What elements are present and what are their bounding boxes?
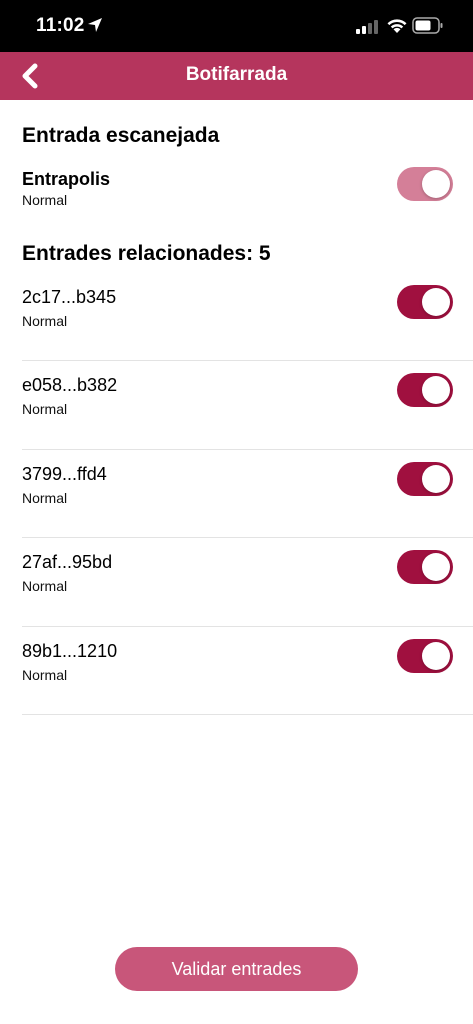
toggle-knob [422, 642, 450, 670]
scanned-ticket-type: Normal [22, 192, 68, 208]
page-title: Botifarrada [185, 64, 288, 85]
related-ticket-type: Normal [22, 313, 68, 329]
related-ticket-code: e058...b382 [22, 375, 118, 395]
status-time: 11:02 [36, 15, 85, 36]
related-ticket-toggle[interactable] [397, 373, 453, 407]
status-bar: 11:02 [0, 0, 473, 52]
related-ticket-toggle[interactable] [397, 462, 453, 496]
validate-tickets-button[interactable]: Validar entrades [115, 947, 358, 991]
related-ticket-type: Normal [22, 401, 68, 417]
scanned-ticket-name: Entrapolis [22, 169, 111, 189]
location-arrow-icon [88, 18, 102, 32]
related-ticket-code: 27af...95bd [22, 552, 113, 572]
related-ticket-toggle[interactable] [397, 639, 453, 673]
wifi-icon [387, 19, 407, 33]
toggle-knob [422, 465, 450, 493]
toggle-knob [422, 553, 450, 581]
related-ticket-code: 89b1...1210 [22, 641, 118, 661]
battery-icon [412, 17, 443, 34]
toggle-knob [422, 376, 450, 404]
navigation-bar: Botifarrada [0, 52, 473, 100]
related-ticket-code: 2c17...b345 [22, 287, 117, 307]
cellular-signal-icon [356, 20, 378, 34]
related-ticket-type: Normal [22, 667, 68, 683]
toggle-knob [422, 170, 450, 198]
related-ticket-toggle[interactable] [397, 285, 453, 319]
row-divider [22, 626, 473, 627]
related-tickets-heading: Entrades relacionades: 5 [22, 242, 271, 265]
toggle-knob [422, 288, 450, 316]
row-divider [22, 449, 473, 450]
row-divider [22, 360, 473, 361]
related-ticket-code: 3799...ffd4 [22, 464, 107, 484]
related-ticket-toggle[interactable] [397, 550, 453, 584]
related-ticket-type: Normal [22, 490, 68, 506]
scanned-ticket-toggle[interactable] [397, 167, 453, 201]
row-divider [22, 714, 473, 715]
scanned-ticket-heading: Entrada escanejada [22, 124, 220, 147]
related-ticket-type: Normal [22, 578, 68, 594]
row-divider [22, 537, 473, 538]
